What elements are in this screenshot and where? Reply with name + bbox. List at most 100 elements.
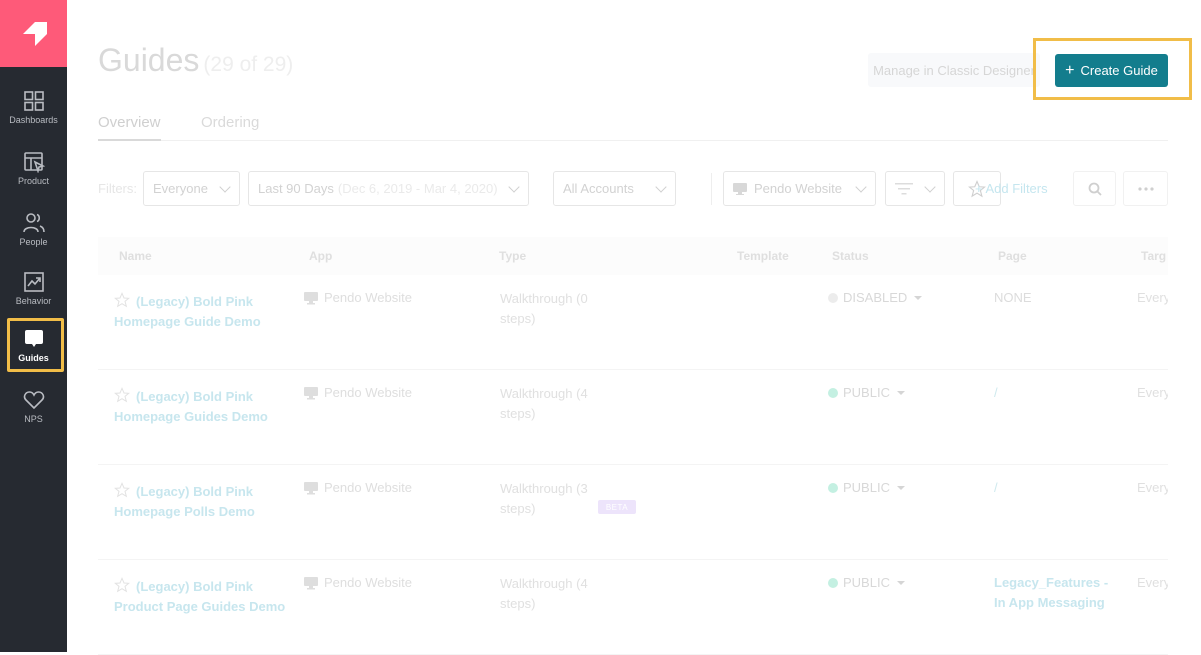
column-header-template[interactable]: Template [737, 249, 789, 263]
table-row[interactable]: (Legacy) Bold Pink Homepage Guides Demo … [98, 370, 1168, 465]
app-name: Pendo Website [324, 575, 412, 590]
page-cell: / [994, 385, 998, 400]
sidebar-item-label: People [19, 237, 48, 247]
sidebar-item-nps[interactable]: NPS [0, 383, 67, 439]
chevron-down-icon [655, 181, 667, 193]
table-header: Name App Type Template Status Page Targ [98, 237, 1168, 275]
app-cell: Pendo Website [304, 573, 412, 593]
dashboards-grid-icon [23, 91, 44, 111]
sidebar-item-product[interactable]: Product [0, 145, 67, 201]
product-icon [23, 152, 45, 173]
status-dot-icon [828, 578, 838, 588]
date-range-dropdown[interactable]: Last 90 Days (Dec 6, 2019 - Mar 4, 2020) [248, 171, 529, 206]
manage-classic-designer-button[interactable]: Manage in Classic Designer [868, 53, 1040, 87]
favorite-star-icon[interactable] [114, 482, 130, 498]
beta-badge: BETA [598, 500, 636, 514]
app-filter-dropdown[interactable]: Pendo Website [723, 171, 876, 206]
sort-filter-dropdown[interactable] [885, 171, 945, 206]
page-cell: NONE [994, 290, 1032, 305]
status-label: PUBLIC [843, 385, 890, 400]
monitor-icon [304, 386, 318, 399]
favorite-star-icon[interactable] [114, 577, 130, 593]
guide-type: Walkthrough (4 steps) [500, 576, 588, 611]
monitor-icon [304, 576, 318, 589]
search-button[interactable] [1073, 171, 1116, 206]
guide-type: Walkthrough (0 steps) [500, 291, 588, 326]
column-header-target[interactable]: Targ [1141, 249, 1168, 263]
pendo-logo-icon [22, 21, 47, 46]
more-options-button[interactable] [1123, 171, 1168, 206]
app-cell: Pendo Website [304, 478, 412, 498]
guide-type: Walkthrough (3 steps) [500, 481, 588, 516]
column-header-name[interactable]: Name [119, 249, 152, 263]
table-row[interactable]: (Legacy) Bold Pink Homepage Polls Demo P… [98, 465, 1168, 560]
favorite-star-icon[interactable] [114, 292, 130, 308]
guide-name-cell: (Legacy) Bold Pink Homepage Polls Demo [114, 482, 294, 522]
tab-ordering[interactable]: Ordering [201, 114, 259, 139]
app-name: Pendo Website [324, 385, 412, 400]
filter-bar: Filters: Everyone Last 90 Days (Dec 6, 2… [98, 171, 1178, 206]
sidebar-item-dashboards[interactable]: Dashboards [0, 84, 67, 140]
app-cell: Pendo Website [304, 383, 412, 403]
status-label: PUBLIC [843, 575, 890, 590]
page-link[interactable]: Legacy_Features - In App Messaging [994, 573, 1109, 613]
page-title: Guides (29 of 29) [98, 42, 293, 79]
page-title-text: Guides [98, 42, 200, 78]
sidebar-item-label: Dashboards [9, 115, 58, 125]
table-row[interactable]: (Legacy) Bold Pink Homepage Guide Demo P… [98, 275, 1168, 370]
filters-label: Filters: [98, 181, 137, 196]
behavior-chart-icon [23, 272, 44, 292]
guide-name-cell: (Legacy) Bold Pink Homepage Guides Demo [114, 387, 294, 427]
sidebar-item-behavior[interactable]: Behavior [0, 265, 67, 321]
status-dropdown[interactable]: PUBLIC [828, 573, 905, 593]
status-label: DISABLED [843, 290, 908, 305]
status-dot-icon [828, 388, 838, 398]
sidebar-nav: Dashboards Product People Behavior Guide… [0, 0, 67, 652]
guide-name-link[interactable]: (Legacy) Bold Pink Homepage Polls Demo [114, 484, 255, 519]
column-header-app[interactable]: App [309, 249, 332, 263]
caret-down-icon [896, 391, 905, 395]
guide-name-link[interactable]: (Legacy) Bold Pink Homepage Guides Demo [114, 389, 268, 424]
pendo-logo[interactable] [0, 0, 67, 67]
guides-highlight-box [7, 318, 64, 372]
column-header-type[interactable]: Type [499, 249, 526, 263]
sidebar-item-label: NPS [24, 414, 43, 424]
segment-filter-dropdown[interactable]: Everyone [143, 171, 240, 206]
status-dropdown[interactable]: PUBLIC [828, 478, 905, 498]
people-icon [22, 213, 45, 233]
target-segment-cell: Every [1137, 385, 1168, 400]
add-filters-link[interactable]: + Add Filters [975, 181, 1048, 196]
chevron-down-icon [855, 181, 867, 193]
target-segment-cell: Every [1137, 290, 1168, 305]
create-guide-button[interactable]: + Create Guide [1055, 54, 1168, 87]
favorite-star-icon[interactable] [114, 387, 130, 403]
date-range-value: Last 90 Days [258, 181, 334, 196]
create-guide-label: Create Guide [1080, 63, 1158, 78]
column-header-page[interactable]: Page [998, 249, 1027, 263]
filter-lines-icon [895, 182, 913, 194]
more-dots-icon [1137, 186, 1154, 191]
sidebar-item-people[interactable]: People [0, 206, 67, 262]
guide-name-link[interactable]: (Legacy) Bold Pink Homepage Guide Demo [114, 294, 261, 329]
sidebar-item-label: Product [17, 176, 50, 186]
status-dropdown[interactable]: DISABLED [828, 288, 923, 308]
column-header-status[interactable]: Status [832, 249, 869, 263]
accounts-filter-value: All Accounts [563, 181, 634, 196]
chevron-down-icon [508, 181, 520, 193]
status-dot-icon [828, 293, 838, 303]
caret-down-icon [896, 486, 905, 490]
status-label: PUBLIC [843, 480, 890, 495]
status-dot-icon [828, 483, 838, 493]
tab-overview[interactable]: Overview [98, 114, 161, 141]
table-row[interactable]: (Legacy) Bold Pink Product Page Guides D… [98, 560, 1168, 655]
accounts-filter-dropdown[interactable]: All Accounts [553, 171, 676, 206]
target-segment-cell: Every [1137, 480, 1168, 495]
monitor-icon [304, 481, 318, 494]
guide-name-link[interactable]: (Legacy) Bold Pink Product Page Guides D… [114, 579, 285, 614]
plus-icon: + [1065, 61, 1075, 79]
sidebar-item-label: Behavior [15, 296, 52, 306]
main-content: Guides (29 of 29) Manage in Classic Desig… [67, 0, 1201, 655]
status-dropdown[interactable]: PUBLIC [828, 383, 905, 403]
chevron-down-icon [219, 181, 231, 193]
monitor-icon [733, 182, 747, 195]
